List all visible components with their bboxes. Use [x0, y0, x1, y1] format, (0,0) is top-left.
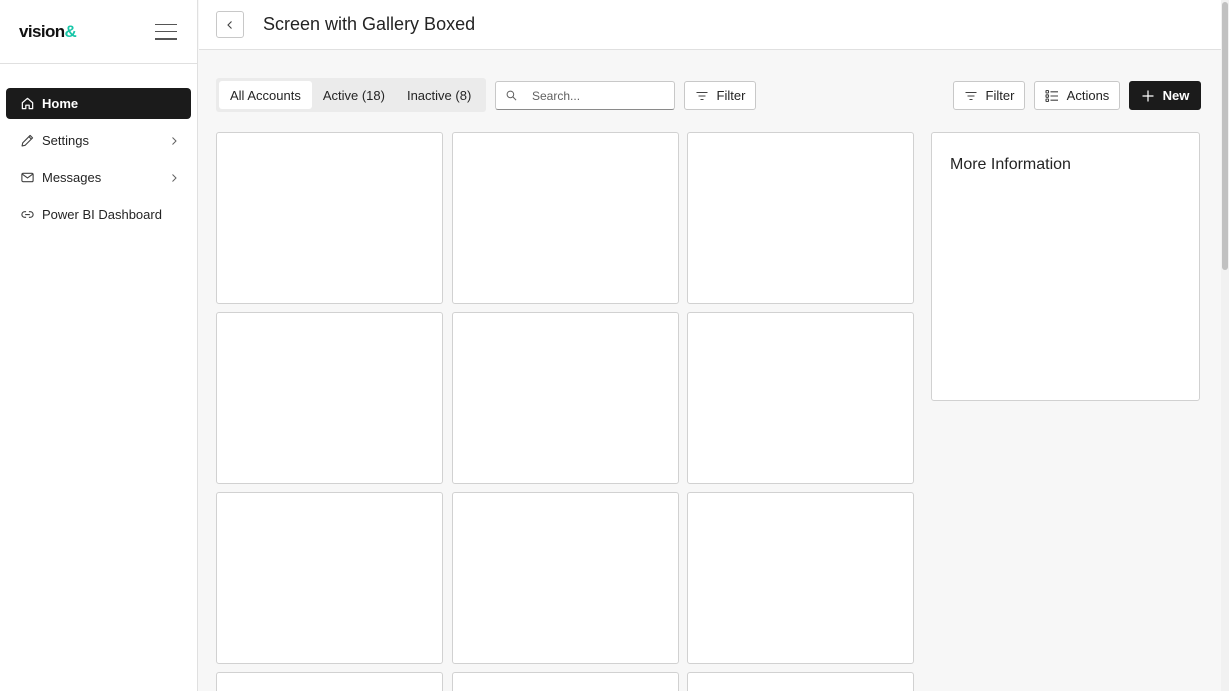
gallery-card[interactable]	[216, 492, 443, 664]
chevron-right-icon	[169, 173, 179, 183]
gallery-card[interactable]	[687, 492, 914, 664]
hamburger-menu-icon[interactable]	[155, 23, 177, 40]
search-input[interactable]	[532, 88, 662, 103]
sidebar-item-label: Home	[42, 96, 79, 111]
plus-icon	[1142, 90, 1154, 101]
sidebar-item-home[interactable]: Home	[6, 88, 191, 119]
page-title: Screen with Gallery Boxed	[263, 14, 476, 34]
mail-icon	[19, 170, 35, 186]
tab-all-accounts[interactable]: All Accounts	[219, 81, 312, 109]
chevron-right-icon	[169, 136, 179, 146]
account-tabs: All Accounts Active (18) Inactive (8)	[216, 78, 486, 112]
gallery-card[interactable]	[687, 132, 914, 304]
sidebar-item-label: Settings	[42, 133, 89, 148]
list-icon	[1045, 89, 1058, 102]
gallery-card[interactable]	[687, 312, 914, 484]
scrollbar-track[interactable]	[1221, 0, 1229, 691]
filter-icon	[965, 91, 977, 100]
actions-button[interactable]: Actions	[1034, 81, 1120, 110]
filter-button[interactable]: Filter	[684, 81, 756, 110]
sidebar-nav: Home Settings Messages Power BI Dashboar…	[0, 64, 197, 230]
page-header: Screen with Gallery Boxed	[199, 0, 1221, 50]
info-panel-title: More Information	[950, 156, 1071, 173]
gallery-card[interactable]	[452, 132, 679, 304]
sidebar-item-messages[interactable]: Messages	[6, 162, 191, 193]
brand-logo[interactable]: vision&	[19, 21, 77, 42]
brand-name: vision	[19, 21, 65, 41]
gallery-card[interactable]	[452, 672, 679, 691]
gallery-card[interactable]	[687, 672, 914, 691]
gallery-card[interactable]	[216, 672, 443, 691]
tab-inactive[interactable]: Inactive (8)	[396, 81, 482, 109]
new-button[interactable]: New	[1129, 81, 1201, 110]
gallery-card[interactable]	[452, 492, 679, 664]
brand-accent: &	[64, 21, 77, 41]
filter-secondary-button[interactable]: Filter	[953, 81, 1025, 110]
sidebar-item-power-bi-dashboard[interactable]: Power BI Dashboard	[6, 199, 191, 230]
actions-button-label: Actions	[1066, 88, 1110, 103]
pencil-icon	[19, 133, 35, 149]
filter-icon	[696, 91, 708, 100]
chevron-left-icon	[227, 20, 232, 29]
tab-active[interactable]: Active (18)	[312, 81, 396, 109]
brand-bar: vision&	[0, 0, 197, 64]
sidebar-item-label: Power BI Dashboard	[42, 207, 162, 222]
sidebar-item-settings[interactable]: Settings	[6, 125, 191, 156]
sidebar: vision& Home Settings Messages Power BI …	[0, 0, 198, 691]
sidebar-item-label: Messages	[42, 170, 102, 185]
search-icon	[506, 90, 517, 101]
gallery-card[interactable]	[216, 312, 443, 484]
link-icon	[19, 207, 35, 223]
home-icon	[19, 96, 35, 112]
gallery-card[interactable]	[216, 132, 443, 304]
filter-button-label: Filter	[985, 88, 1015, 103]
gallery-card[interactable]	[452, 312, 679, 484]
new-button-label: New	[1162, 88, 1190, 103]
back-button[interactable]	[216, 11, 244, 38]
filter-button-label: Filter	[716, 88, 746, 103]
scrollbar-thumb[interactable]	[1222, 2, 1228, 270]
search-box	[495, 81, 675, 110]
more-information-panel: More Information	[931, 132, 1200, 401]
